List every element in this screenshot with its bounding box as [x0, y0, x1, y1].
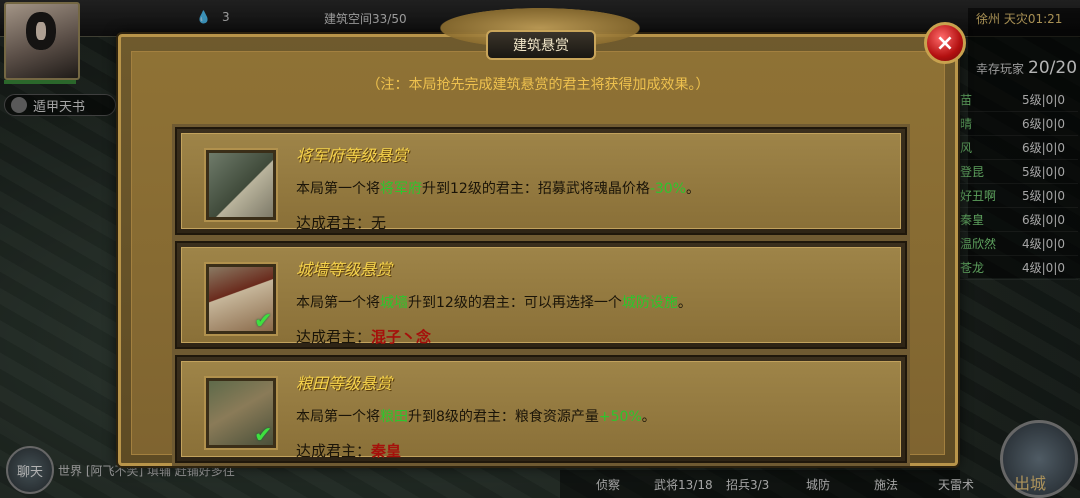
card-title: 城墙等级悬赏 — [296, 260, 393, 279]
desc-middle: 升到12级的君主：可以再选择一个 — [408, 295, 622, 311]
card-description: 本局第一个将粮田升到8级的君主：粮食资源产量+50%。 — [296, 406, 656, 426]
desc-middle: 升到12级的君主：招募武将魂晶价格 — [422, 181, 650, 197]
card-description: 本局第一个将城墙升到12级的君主：可以再选择一个城防设施。 — [296, 292, 692, 312]
card-description: 本局第一个将将军府升到12级的君主：招募武将魂晶价格-30%。 — [296, 178, 700, 198]
desc-prefix: 本局第一个将 — [296, 409, 380, 425]
bounty-card: ✔ 粮田等级悬赏 本局第一个将粮田升到8级的君主：粮食资源产量+50%。 达成君主：秦… — [172, 352, 910, 466]
dialog-title-text: 建筑悬赏 — [513, 38, 569, 54]
desc-end: 。 — [677, 295, 692, 311]
dialog-note: （注：本局抢先完成建筑悬赏的君主将获得加成效果。） — [366, 77, 710, 93]
achiever-label: 达成君主： — [296, 214, 372, 232]
close-icon: × — [935, 30, 955, 56]
card-body: ✔ 粮田等级悬赏 本局第一个将粮田升到8级的君主：粮食资源产量+50%。 达成君主：秦… — [181, 361, 901, 460]
close-button[interactable]: × — [924, 22, 966, 64]
card-title: 粮田等级悬赏 — [296, 374, 393, 393]
bonus-value: +50% — [598, 409, 642, 425]
building-name: 城墙 — [380, 295, 408, 311]
desc-middle: 升到8级的君主：粮食资源产量 — [408, 409, 599, 425]
achiever-label: 达成君主： — [296, 442, 372, 460]
achiever-name: 混子丶念 — [371, 328, 432, 346]
bonus-value: -30% — [649, 181, 686, 197]
card-title: 将军府等级悬赏 — [296, 146, 409, 165]
achiever-line: 达成君主：秦皇 — [296, 440, 401, 461]
card-body: ✔ 城墙等级悬赏 本局第一个将城墙升到12级的君主：可以再选择一个城防设施。 达成君主… — [181, 247, 901, 346]
building-thumbnail — [206, 150, 276, 220]
achiever-name: 无 — [371, 214, 387, 232]
desc-end: 。 — [641, 409, 656, 425]
building-name: 将军府 — [380, 181, 422, 197]
check-icon: ✔ — [254, 309, 273, 334]
achiever-line: 达成君主：混子丶念 — [296, 326, 431, 347]
achiever-label: 达成君主： — [296, 328, 372, 346]
card-body: 将军府等级悬赏 本局第一个将将军府升到12级的君主：招募武将魂晶价格-30%。 达成… — [181, 133, 901, 232]
check-icon: ✔ — [254, 423, 273, 448]
bounty-card: ✔ 城墙等级悬赏 本局第一个将城墙升到12级的君主：可以再选择一个城防设施。 达成君主… — [172, 238, 910, 352]
bonus-value: 城防设施 — [621, 295, 678, 311]
bounty-card: 将军府等级悬赏 本局第一个将将军府升到12级的君主：招募武将魂晶价格-30%。 达成… — [172, 124, 910, 238]
achiever-name: 秦皇 — [371, 442, 402, 460]
dialog-title: 建筑悬赏 — [486, 30, 596, 60]
achiever-line: 达成君主：无 — [296, 212, 386, 233]
desc-prefix: 本局第一个将 — [296, 295, 380, 311]
building-name: 粮田 — [380, 409, 408, 425]
desc-end: 。 — [686, 181, 700, 197]
desc-prefix: 本局第一个将 — [296, 181, 380, 197]
